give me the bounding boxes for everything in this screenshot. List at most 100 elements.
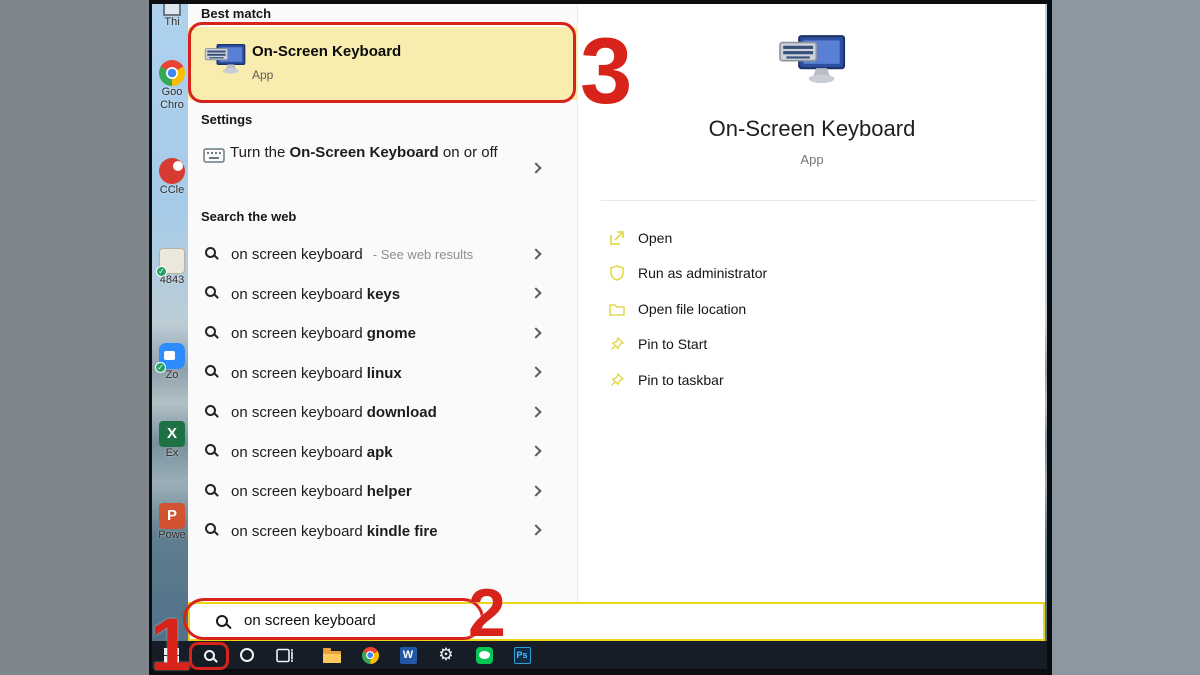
ccleaner-icon	[159, 158, 185, 184]
search-icon	[205, 247, 216, 258]
cortana-icon	[240, 648, 254, 662]
action-run-as-administrator[interactable]: Run as administrator	[579, 256, 1045, 292]
divider	[601, 200, 1037, 201]
settings-result[interactable]: Turn the On-Screen Keyboard on or off	[188, 138, 578, 200]
annotation-number-1: 1	[150, 615, 191, 674]
web-suggestion[interactable]: on screen keyboardkindle fire	[188, 512, 578, 552]
action-pin-to-start[interactable]: Pin to Start	[579, 327, 1045, 363]
chrome-button[interactable]	[351, 641, 389, 669]
settings-button[interactable]: ⚙	[427, 641, 465, 669]
folder-icon	[609, 301, 625, 317]
action-open[interactable]: Open	[579, 220, 1045, 256]
desktop-icon-ccleaner[interactable]: CCle	[152, 158, 192, 197]
task-view-icon	[276, 648, 295, 663]
web-suggestion[interactable]: on screen keyboardkeys	[188, 275, 578, 315]
action-open-file-location[interactable]: Open file location	[579, 291, 1045, 327]
details-title: On-Screen Keyboard	[579, 116, 1045, 142]
annotation-rect-taskbar-search	[189, 642, 229, 670]
desktop-icon-label: Powe	[152, 529, 192, 542]
desktop-icon-chrome[interactable]: Goo Chro	[152, 60, 192, 112]
chevron-right-icon	[530, 446, 541, 457]
settings-result-text: Turn the On-Screen Keyboard on or off	[230, 141, 522, 164]
details-panel: On-Screen Keyboard App Open Run as admin…	[579, 4, 1045, 641]
chevron-right-icon	[530, 367, 541, 378]
action-pin-to-taskbar[interactable]: Pin to taskbar	[579, 362, 1045, 398]
web-suggestions: on screen keyboard- See web results on s…	[188, 235, 578, 551]
chrome-icon	[362, 647, 379, 664]
cortana-button[interactable]	[228, 641, 266, 669]
photoshop-button[interactable]: Ps	[503, 641, 541, 669]
suggestion-text: on screen keyboardkindle fire	[231, 523, 444, 540]
sync-check-icon: ✓	[155, 362, 166, 373]
annotation-rect-best-match	[188, 22, 576, 103]
chevron-right-icon	[530, 406, 541, 417]
desktop-icon-label: Ex	[152, 447, 192, 460]
search-icon	[205, 444, 216, 455]
keyboard-icon	[203, 148, 225, 163]
desktop-icon-this-pc[interactable]: Thi	[152, 4, 192, 29]
search-icon	[205, 523, 216, 534]
desktop-icon-zoom[interactable]: ✓ Zo	[152, 343, 192, 382]
details-subtitle: App	[579, 152, 1045, 167]
details-actions: Open Run as administrator Open file loca…	[579, 220, 1045, 398]
chevron-right-icon	[530, 327, 541, 338]
pin-icon	[609, 336, 625, 352]
on-screen-keyboard-icon-large	[777, 34, 847, 98]
this-pc-icon	[163, 4, 181, 16]
web-suggestion[interactable]: on screen keyboardapk	[188, 433, 578, 473]
file-explorer-button[interactable]	[313, 641, 351, 669]
web-suggestion[interactable]: on screen keyboardgnome	[188, 314, 578, 354]
chevron-right-icon	[530, 248, 541, 259]
search-icon	[205, 484, 216, 495]
shield-icon	[609, 265, 625, 281]
action-label: Pin to taskbar	[638, 372, 724, 388]
web-suggestion[interactable]: on screen keyboardhelper	[188, 472, 578, 512]
task-view-button[interactable]	[266, 641, 304, 669]
file-icon: ✓	[159, 248, 185, 274]
search-the-web-header: Search the web	[201, 209, 296, 224]
desktop-icon-powerpoint[interactable]: P Powe	[152, 503, 192, 542]
search-icon	[205, 286, 216, 297]
suggestion-text: on screen keyboardlinux	[231, 365, 408, 382]
chevron-right-icon	[530, 525, 541, 536]
action-label: Pin to Start	[638, 336, 707, 352]
chevron-right-icon	[530, 288, 541, 299]
word-button[interactable]: W	[389, 641, 427, 669]
search-icon	[205, 365, 216, 376]
excel-icon: X	[159, 421, 185, 447]
chevron-right-icon	[530, 485, 541, 496]
suggestion-text: on screen keyboard- See web results	[231, 246, 473, 263]
suggestion-text: on screen keyboardkeys	[231, 286, 406, 303]
search-icon	[205, 405, 216, 416]
desktop-icon-label: Chro	[152, 99, 192, 112]
suggestion-text: on screen keyboardhelper	[231, 483, 418, 500]
web-suggestion[interactable]: on screen keyboardlinux	[188, 354, 578, 394]
gear-icon: ⚙	[438, 647, 453, 664]
suggestion-text: on screen keyboardgnome	[231, 325, 422, 342]
web-suggestion[interactable]: on screen keyboard- See web results	[188, 235, 578, 275]
word-icon: W	[400, 647, 417, 664]
web-suggestion[interactable]: on screen keyboarddownload	[188, 393, 578, 433]
annotation-rect-search-input	[183, 598, 484, 640]
letterbox-left	[0, 0, 149, 675]
open-icon	[609, 230, 625, 246]
annotation-number-3: 3	[580, 33, 632, 108]
chrome-icon	[159, 60, 185, 86]
pin-icon	[609, 372, 625, 388]
action-label: Open file location	[638, 301, 746, 317]
settings-header: Settings	[201, 112, 252, 127]
powerpoint-icon: P	[159, 503, 185, 529]
suggestion-text: on screen keyboarddownload	[231, 404, 443, 421]
file-explorer-icon	[323, 651, 341, 663]
suggestion-text: on screen keyboardapk	[231, 444, 399, 461]
photoshop-icon: Ps	[514, 647, 531, 664]
desktop-icon-label: CCle	[152, 184, 192, 197]
action-label: Open	[638, 230, 672, 246]
desktop-icon-file[interactable]: ✓ 4843	[152, 248, 192, 287]
best-match-header: Best match	[201, 6, 271, 21]
desktop-icon-excel[interactable]: X Ex	[152, 421, 192, 460]
search-icon	[205, 326, 216, 337]
taskbar: W ⚙ Ps	[152, 641, 1047, 669]
desktop-icon-label: Thi	[152, 16, 192, 29]
zoom-icon: ✓	[159, 343, 185, 369]
